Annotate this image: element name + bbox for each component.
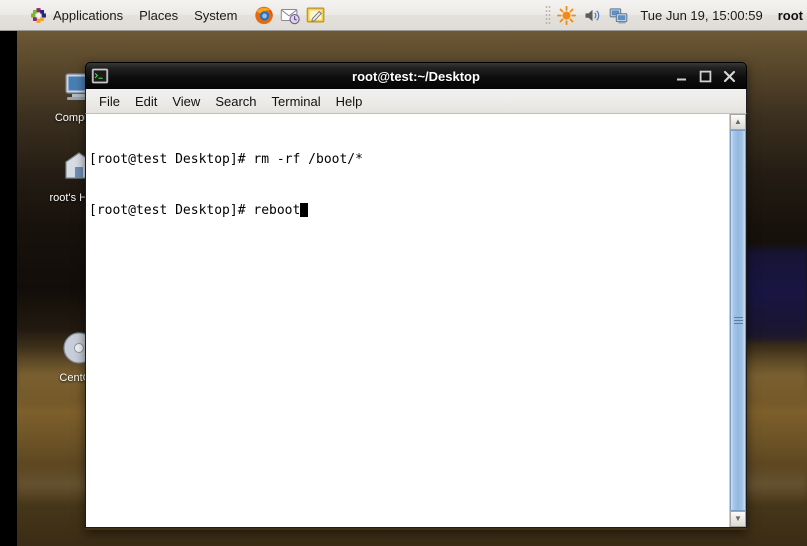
terminal-icon <box>91 67 109 85</box>
menu-edit[interactable]: Edit <box>128 91 164 112</box>
scrollbar-grip <box>733 317 743 324</box>
terminal-prompt: [root@test Desktop]# <box>89 203 254 218</box>
menu-terminal[interactable]: Terminal <box>265 91 328 112</box>
panel-tray: Tue Jun 19, 15:00:59 root <box>545 0 807 30</box>
maximize-button[interactable] <box>699 70 712 83</box>
terminal-cursor <box>300 203 309 217</box>
user-indicator[interactable]: root <box>774 6 805 25</box>
terminal-title: root@test:~/Desktop <box>352 68 480 84</box>
centos-logo-icon <box>30 7 47 24</box>
screen-left-letterbox <box>0 31 17 546</box>
scrollbar-thumb[interactable] <box>730 130 746 511</box>
places-menu[interactable]: Places <box>132 5 185 26</box>
terminal-command: reboot <box>253 203 301 218</box>
minimize-button[interactable] <box>675 70 688 83</box>
desktop-screen: Computer root's Home CentOS Applications… <box>0 0 807 546</box>
menu-search[interactable]: Search <box>208 91 263 112</box>
terminal-body[interactable]: [root@test Desktop]# rm -rf /boot/* [roo… <box>85 114 747 528</box>
system-menu[interactable]: System <box>187 5 244 26</box>
text-editor-launcher-icon[interactable] <box>305 4 327 26</box>
terminal-line: [root@test Desktop]# reboot <box>89 202 729 219</box>
panel-menus: Applications Places System <box>0 0 245 30</box>
menu-view[interactable]: View <box>165 91 207 112</box>
firefox-launcher-icon[interactable] <box>253 4 275 26</box>
scrollbar-trough[interactable] <box>730 130 746 511</box>
evolution-mail-launcher-icon[interactable] <box>279 4 301 26</box>
terminal-scrollbar[interactable]: ▲ ▼ <box>729 114 746 527</box>
applications-menu[interactable]: Applications <box>23 4 130 27</box>
clock[interactable]: Tue Jun 19, 15:00:59 <box>634 6 768 25</box>
volume-icon[interactable] <box>582 5 603 26</box>
terminal-prompt: [root@test Desktop]# <box>89 152 254 167</box>
menu-help[interactable]: Help <box>329 91 370 112</box>
terminal-command: rm -rf /boot/* <box>253 152 363 167</box>
terminal-window[interactable]: root@test:~/Desktop File Edit View Searc… <box>85 62 747 530</box>
top-panel: Applications Places System Tue Jun 19, 1… <box>0 0 807 31</box>
network-icon[interactable] <box>608 5 629 26</box>
applications-menu-label: Applications <box>53 7 124 23</box>
close-button[interactable] <box>723 70 736 83</box>
terminal-output[interactable]: [root@test Desktop]# rm -rf /boot/* [roo… <box>86 114 729 527</box>
tray-drag-handle[interactable] <box>545 5 552 25</box>
brightness-icon[interactable] <box>556 5 577 26</box>
scrollbar-down-button[interactable]: ▼ <box>730 511 746 527</box>
menu-file[interactable]: File <box>92 91 127 112</box>
terminal-titlebar[interactable]: root@test:~/Desktop <box>85 62 747 89</box>
window-controls <box>675 70 746 83</box>
scrollbar-up-button[interactable]: ▲ <box>730 114 746 130</box>
panel-launchers <box>253 0 327 30</box>
terminal-line: [root@test Desktop]# rm -rf /boot/* <box>89 151 729 168</box>
terminal-menubar: File Edit View Search Terminal Help <box>85 89 747 114</box>
